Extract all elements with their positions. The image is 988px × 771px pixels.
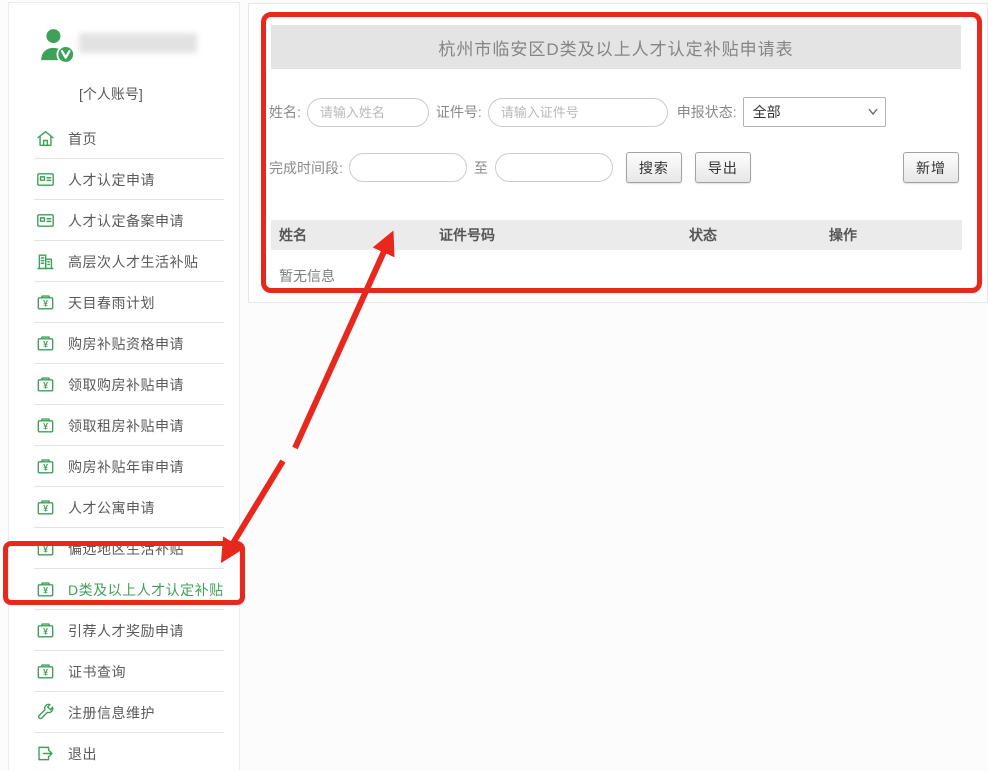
filter-row-2: 完成时间段: 至 搜索 导出 新增 [269,152,987,183]
sidebar-item[interactable]: 首页 [9,118,239,159]
sidebar-item[interactable]: 证书查询 [9,651,239,692]
home-icon [35,128,56,149]
yen-folder-icon [35,456,56,477]
export-button[interactable]: 导出 [695,152,751,183]
id-card-icon [35,169,56,190]
sidebar-item[interactable]: 人才认定申请 [9,159,239,200]
status-label: 申报状态: [677,102,737,122]
period-label: 完成时间段: [269,158,343,178]
sidebar-item[interactable]: 领取购房补贴申请 [9,364,239,405]
sidebar-item[interactable]: 人才认定备案申请 [9,200,239,241]
sidebar-item-label: 领取租房补贴申请 [68,416,184,436]
name-label: 姓名: [269,102,301,122]
sidebar-menu: 首页 人才认定申请 人才认定备案申请 高层次人才生活补贴 [9,118,239,771]
user-block: [个人账号] [9,3,239,118]
column-header-status: 状态 [681,225,821,245]
empty-message: 暂无信息 [271,250,987,286]
yen-folder-icon [35,661,56,682]
sidebar-item[interactable]: 购房补贴年审申请 [9,446,239,487]
yen-folder-icon [35,497,56,518]
sidebar-item[interactable]: 引荐人才奖励申请 [9,610,239,651]
sidebar-item-label: 退出 [68,744,97,764]
sidebar-item-label: 人才认定申请 [68,170,155,190]
sidebar-item-label: 人才公寓申请 [68,498,155,518]
sidebar-item-label: 首页 [68,129,97,149]
main-panel: 杭州市临安区D类及以上人才认定补贴申请表 姓名: 证件号: 申报状态: 全部 完… [248,3,988,303]
sidebar-item-label: 天目春雨计划 [68,293,155,313]
sidebar-item-label: D类及以上人才认定补贴 [68,580,224,600]
sidebar-item-label: 高层次人才生活补贴 [68,252,199,272]
status-select[interactable]: 全部 [743,97,886,127]
wrench-icon [35,702,56,723]
account-type-label: [个人账号] [79,84,239,104]
sidebar-item[interactable]: 偏远地区生活补贴 [9,528,239,569]
sidebar-item[interactable]: 高层次人才生活补贴 [9,241,239,282]
building-icon [35,251,56,272]
id-card-icon [35,210,56,231]
yen-folder-icon [35,415,56,436]
sidebar-item[interactable]: 天目春雨计划 [9,282,239,323]
column-header-id: 证件号码 [431,225,681,245]
yen-folder-icon [35,538,56,559]
yen-folder-icon [35,374,56,395]
id-number-input[interactable] [488,98,668,127]
sidebar-item[interactable]: D类及以上人才认定补贴 [9,569,239,610]
sidebar-item-label: 购房补贴年审申请 [68,457,184,477]
id-label: 证件号: [436,102,482,122]
page-title: 杭州市临安区D类及以上人才认定补贴申请表 [438,35,793,60]
yen-folder-icon [35,333,56,354]
logout-icon [35,743,56,764]
yen-folder-icon [35,620,56,641]
sidebar-item[interactable]: 领取租房补贴申请 [9,405,239,446]
sidebar-item-label: 领取购房补贴申请 [68,375,184,395]
sidebar-item-label: 引荐人才奖励申请 [68,621,184,641]
page-title-bar: 杭州市临安区D类及以上人才认定补贴申请表 [271,25,961,69]
add-button[interactable]: 新增 [903,152,959,183]
user-avatar-icon [39,27,81,72]
sidebar: [个人账号] 首页 人才认定申请 人才认定备案申请 [8,2,240,770]
user-name-redacted [79,33,197,53]
table-header: 姓名 证件号码 状态 操作 [271,220,962,250]
yen-folder-icon [35,292,56,313]
sidebar-item-label: 购房补贴资格申请 [68,334,184,354]
sidebar-item[interactable]: 注册信息维护 [9,692,239,733]
sidebar-item-label: 注册信息维护 [68,703,155,723]
column-header-name: 姓名 [271,225,431,245]
period-start-input[interactable] [349,153,467,182]
to-label: 至 [474,158,488,178]
name-input[interactable] [307,98,429,127]
sidebar-item-label: 人才认定备案申请 [68,211,184,231]
page: [个人账号] 首页 人才认定申请 人才认定备案申请 [0,0,988,771]
sidebar-item[interactable]: 购房补贴资格申请 [9,323,239,364]
yen-folder-icon [35,579,56,600]
sidebar-item[interactable]: 退出 [9,733,239,771]
sidebar-item[interactable]: 人才公寓申请 [9,487,239,528]
sidebar-item-label: 偏远地区生活补贴 [68,539,184,559]
sidebar-item-label: 证书查询 [68,662,126,682]
column-header-action: 操作 [821,225,962,245]
filter-row-1: 姓名: 证件号: 申报状态: 全部 [269,97,987,127]
period-end-input[interactable] [495,153,613,182]
search-button[interactable]: 搜索 [626,152,682,183]
